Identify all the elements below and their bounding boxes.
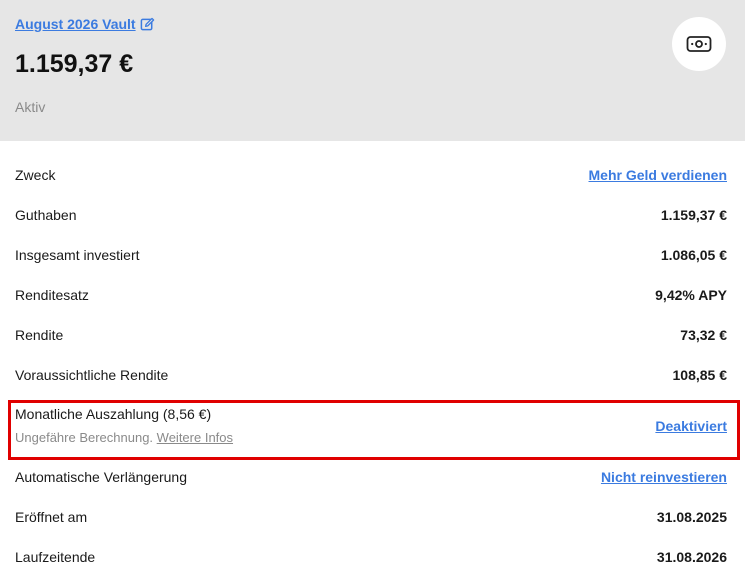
row-balance: Guthaben 1.159,37 €	[15, 195, 727, 235]
row-purpose: Zweck Mehr Geld verdienen	[15, 155, 727, 195]
row-label: Eröffnet am	[15, 509, 88, 525]
edit-icon[interactable]	[140, 17, 155, 32]
row-label: Laufzeitende	[15, 549, 96, 565]
banknote-icon	[686, 36, 712, 52]
row-opened: Eröffnet am 31.08.2025	[15, 497, 727, 537]
payout-note: Ungefähre Berechnung. Weitere Infos	[15, 430, 233, 445]
row-maturity: Laufzeitende 31.08.2026	[15, 537, 727, 577]
row-label: Insgesamt investiert	[15, 247, 140, 263]
row-label: Renditesatz	[15, 287, 89, 303]
row-return: Rendite 73,32 €	[15, 315, 727, 355]
row-invested: Insgesamt investiert 1.086,05 €	[15, 235, 727, 275]
earn-more-link[interactable]: Mehr Geld verdienen	[589, 167, 727, 183]
row-expected-return: Voraussichtliche Rendite 108,85 €	[15, 355, 727, 395]
row-auto-renewal: Automatische Verlängerung Nicht reinvest…	[15, 457, 727, 497]
more-info-link[interactable]: Weitere Infos	[157, 430, 233, 445]
row-value: 9,42% APY	[655, 287, 727, 303]
payout-note-text: Ungefähre Berechnung.	[15, 430, 154, 445]
row-value: 31.08.2026	[656, 549, 727, 565]
payout-toggle-link[interactable]: Deaktiviert	[655, 418, 727, 434]
row-label: Automatische Verlängerung	[15, 469, 187, 485]
row-rate: Renditesatz 9,42% APY	[15, 275, 727, 315]
row-label: Guthaben	[15, 207, 77, 223]
money-button[interactable]	[672, 17, 726, 71]
vault-title: August 2026 Vault	[15, 16, 136, 32]
reinvest-link[interactable]: Nicht reinvestieren	[601, 469, 727, 485]
row-value: 31.08.2025	[656, 509, 727, 525]
row-value: 108,85 €	[672, 367, 728, 383]
row-label: Voraussichtliche Rendite	[15, 367, 169, 383]
vault-title-link[interactable]: August 2026 Vault	[15, 16, 155, 32]
row-value: 1.159,37 €	[660, 207, 727, 223]
row-label: Zweck	[15, 167, 56, 183]
row-value: 73,32 €	[680, 327, 727, 343]
row-label: Rendite	[15, 327, 64, 343]
row-value: 1.086,05 €	[660, 247, 727, 263]
payout-label: Monatliche Auszahlung (8,56 €)	[15, 406, 212, 422]
vault-balance: 1.159,37 €	[15, 50, 134, 78]
vault-header: August 2026 Vault 1.159,37 € Aktiv	[0, 0, 745, 141]
status-label: Aktiv	[15, 99, 46, 115]
